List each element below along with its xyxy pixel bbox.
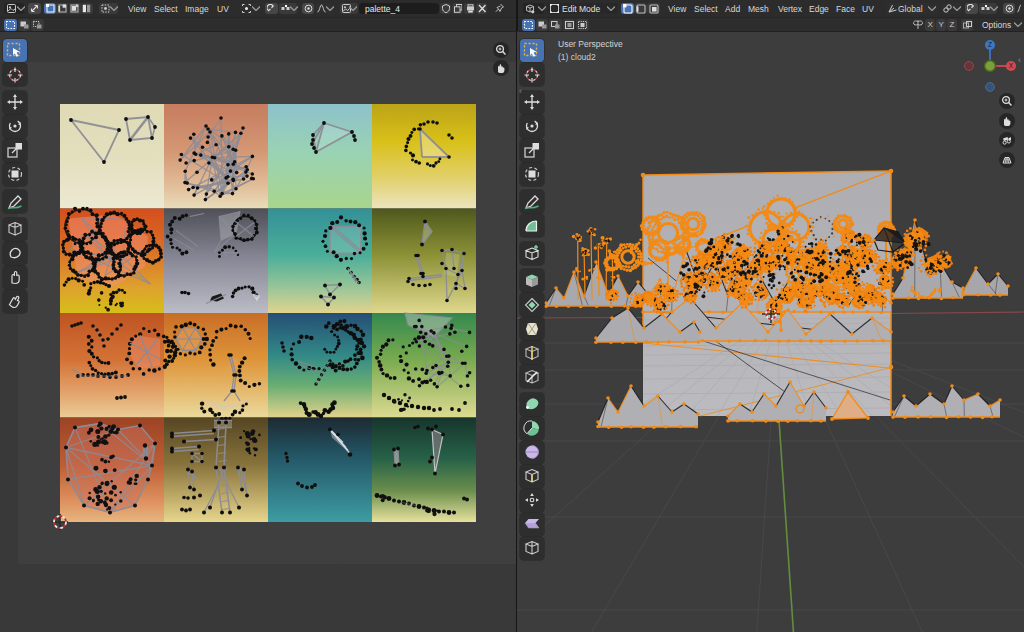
- svg-text:Z: Z: [988, 41, 992, 48]
- svg-text:X: X: [1009, 62, 1014, 69]
